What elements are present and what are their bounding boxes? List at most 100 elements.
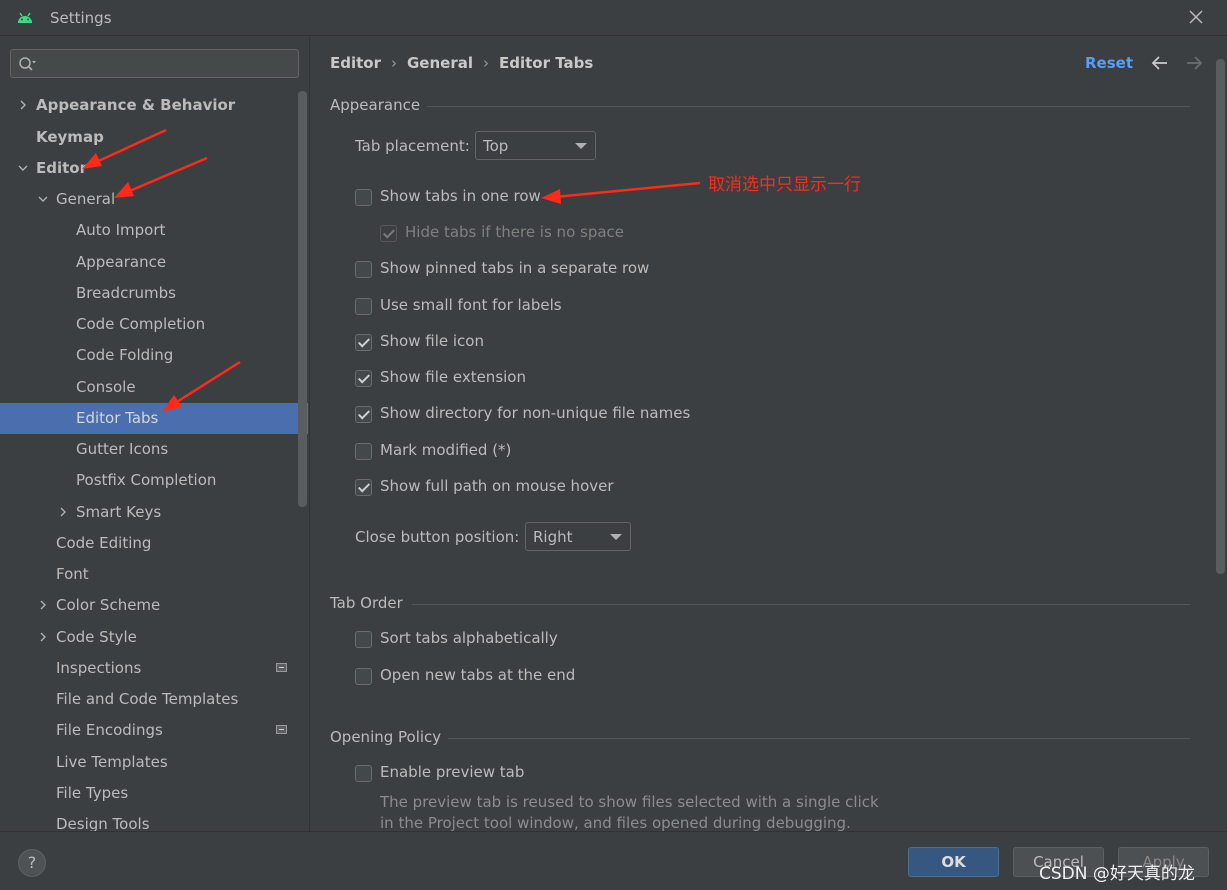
section-divider bbox=[448, 738, 1190, 739]
sidebar-item-editor-tabs[interactable]: Editor Tabs bbox=[0, 403, 308, 434]
sidebar-item-font[interactable]: Font bbox=[0, 559, 308, 590]
tab-placement-select[interactable]: Top bbox=[475, 131, 596, 160]
content-scrollbar[interactable] bbox=[1216, 59, 1225, 574]
checkbox-label: Use small font for labels bbox=[380, 296, 562, 314]
checkbox-box[interactable] bbox=[355, 370, 372, 387]
breadcrumb-separator-icon: › bbox=[483, 54, 489, 72]
checkbox-box[interactable] bbox=[380, 225, 397, 242]
checkbox-box[interactable] bbox=[355, 443, 372, 460]
checkbox-label: Hide tabs if there is no space bbox=[405, 223, 625, 241]
checkbox-box[interactable] bbox=[355, 479, 372, 496]
checkbox-box[interactable] bbox=[355, 668, 372, 685]
checkbox-box[interactable] bbox=[355, 765, 372, 782]
breadcrumb-item: Editor Tabs bbox=[499, 54, 594, 72]
window-title: Settings bbox=[50, 9, 112, 27]
chevron-down-icon bbox=[610, 534, 622, 540]
sidebar-item-live-templates[interactable]: Live Templates bbox=[0, 747, 308, 778]
sidebar-item-postfix-completion[interactable]: Postfix Completion bbox=[0, 465, 308, 496]
sidebar-item-inspections[interactable]: Inspections bbox=[0, 653, 308, 684]
sidebar-item-label: File Encodings bbox=[56, 721, 163, 739]
chevron-right-icon bbox=[40, 632, 46, 642]
search-icon bbox=[19, 57, 36, 71]
checkbox-box[interactable] bbox=[355, 406, 372, 423]
sidebar-item-label: Smart Keys bbox=[76, 503, 162, 521]
sidebar-item-general[interactable]: General bbox=[0, 184, 308, 215]
checkbox-label: Show file extension bbox=[380, 368, 526, 386]
sidebar-item-label: File and Code Templates bbox=[56, 690, 239, 708]
chevron-down-icon bbox=[18, 165, 28, 171]
sidebar-item-appearance[interactable]: Appearance bbox=[0, 247, 308, 278]
checkbox-box[interactable] bbox=[355, 261, 372, 278]
close-button-position-select[interactable]: Right bbox=[525, 522, 631, 551]
checkbox-label: Show full path on mouse hover bbox=[380, 477, 614, 495]
checkbox-label: Show tabs in one row bbox=[380, 187, 541, 205]
sidebar-scrollbar[interactable] bbox=[298, 91, 307, 507]
sidebar-item-appearance-behavior[interactable]: Appearance & Behavior bbox=[0, 90, 308, 121]
breadcrumb: Editor › General › Editor Tabs bbox=[330, 54, 593, 72]
checkbox-label: Show file icon bbox=[380, 332, 484, 350]
breadcrumb-item[interactable]: Editor bbox=[330, 54, 381, 72]
annotation-text: 取消选中只显示一行 bbox=[708, 175, 861, 195]
preview-tab-description: The preview tab is reused to show files … bbox=[380, 793, 879, 811]
section-title-tab-order: Tab Order bbox=[330, 594, 403, 612]
sidebar-item-code-editing[interactable]: Code Editing bbox=[0, 528, 308, 559]
checkbox-box[interactable] bbox=[355, 631, 372, 648]
arrow-right-icon bbox=[1187, 56, 1203, 70]
close-icon[interactable] bbox=[1187, 8, 1205, 26]
sidebar-item-file-types[interactable]: File Types bbox=[0, 778, 308, 809]
settings-sidebar: Appearance & Behavior Keymap Editor Gene… bbox=[0, 37, 310, 831]
project-scope-icon bbox=[276, 725, 287, 734]
tab-placement-value: Top bbox=[483, 137, 509, 155]
sidebar-item-file-code-templates[interactable]: File and Code Templates bbox=[0, 684, 308, 715]
watermark: CSDN @好天真的龙 bbox=[1039, 864, 1195, 884]
sidebar-item-breadcrumbs[interactable]: Breadcrumbs bbox=[0, 278, 308, 309]
sidebar-item-auto-import[interactable]: Auto Import bbox=[0, 215, 308, 246]
checkbox-label: Open new tabs at the end bbox=[380, 666, 576, 684]
sidebar-item-label: Keymap bbox=[36, 128, 104, 146]
section-divider bbox=[427, 106, 1190, 107]
arrow-left-icon[interactable] bbox=[1151, 55, 1169, 71]
close-button-position-value: Right bbox=[533, 528, 573, 546]
sidebar-item-smart-keys[interactable]: Smart Keys bbox=[0, 497, 308, 528]
sidebar-item-label: Code Editing bbox=[56, 534, 152, 552]
sidebar-item-label: Appearance & Behavior bbox=[36, 96, 236, 114]
sidebar-item-label: File Types bbox=[56, 784, 129, 802]
sidebar-item-label: Inspections bbox=[56, 659, 142, 677]
settings-content: Editor › General › Editor Tabs Reset Appeara… bbox=[311, 37, 1227, 831]
sidebar-item-design-tools[interactable]: Design Tools bbox=[0, 809, 308, 831]
sidebar-item-label: Live Templates bbox=[56, 753, 168, 771]
sidebar-item-label: Font bbox=[56, 565, 89, 583]
checkbox-box[interactable] bbox=[355, 334, 372, 351]
sidebar-item-file-encodings[interactable]: File Encodings bbox=[0, 715, 308, 746]
chevron-right-icon bbox=[40, 600, 46, 610]
checkbox-label: Sort tabs alphabetically bbox=[380, 629, 558, 647]
checkbox-box[interactable] bbox=[355, 189, 372, 206]
sidebar-item-code-style[interactable]: Code Style bbox=[0, 622, 308, 653]
sidebar-item-color-scheme[interactable]: Color Scheme bbox=[0, 590, 308, 621]
breadcrumb-separator-icon: › bbox=[391, 54, 397, 72]
sidebar-item-code-completion[interactable]: Code Completion bbox=[0, 309, 308, 340]
sidebar-item-label: General bbox=[56, 190, 116, 208]
ok-button[interactable]: OK bbox=[908, 847, 999, 877]
tab-placement-label: Tab placement: bbox=[355, 137, 470, 155]
checkbox-label: Mark modified (*) bbox=[380, 441, 512, 459]
sidebar-item-label: Breadcrumbs bbox=[76, 284, 176, 302]
reset-link[interactable]: Reset bbox=[1085, 54, 1133, 72]
dialog-footer: ? OK Cancel Apply CSDN @好天真的龙 bbox=[0, 831, 1227, 890]
search-input[interactable] bbox=[10, 49, 299, 78]
sidebar-item-keymap[interactable]: Keymap bbox=[0, 122, 308, 153]
close-button-position-label: Close button position: bbox=[355, 528, 520, 546]
sidebar-item-code-folding[interactable]: Code Folding bbox=[0, 340, 308, 371]
checkbox-box[interactable] bbox=[355, 298, 372, 315]
sidebar-item-label: Gutter Icons bbox=[76, 440, 169, 458]
sidebar-item-label: Code Style bbox=[56, 628, 137, 646]
project-scope-icon bbox=[276, 663, 287, 672]
sidebar-item-label: Console bbox=[76, 378, 136, 396]
checkbox-label: Show pinned tabs in a separate row bbox=[380, 259, 650, 277]
sidebar-item-editor[interactable]: Editor bbox=[0, 153, 308, 184]
sidebar-item-gutter-icons[interactable]: Gutter Icons bbox=[0, 434, 308, 465]
sidebar-item-console[interactable]: Console bbox=[0, 372, 308, 403]
sidebar-item-label: Color Scheme bbox=[56, 596, 161, 614]
breadcrumb-item[interactable]: General bbox=[407, 54, 473, 72]
help-button[interactable]: ? bbox=[18, 849, 46, 877]
